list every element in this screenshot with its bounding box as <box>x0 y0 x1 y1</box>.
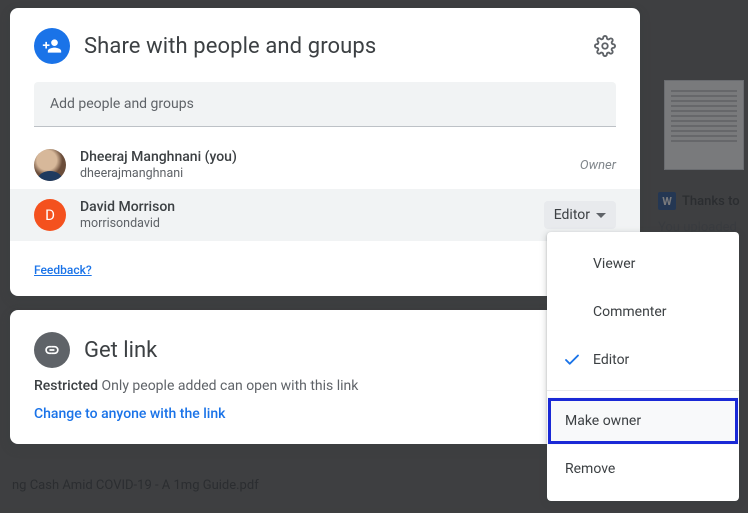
restricted-text: Restricted Only people added can open wi… <box>34 378 616 394</box>
feedback-link[interactable]: Feedback? <box>34 263 92 277</box>
owner-label: Owner <box>580 158 616 173</box>
share-title: Share with people and groups <box>84 34 594 59</box>
avatar: D <box>34 199 66 231</box>
avatar <box>34 149 66 181</box>
role-label: Editor <box>554 207 590 223</box>
role-option-viewer[interactable]: Viewer <box>547 240 739 288</box>
change-link-access[interactable]: Change to anyone with the link <box>34 406 225 422</box>
menu-separator <box>547 390 739 391</box>
role-option-make-owner[interactable]: Make owner <box>547 397 739 445</box>
share-dialog: Share with people and groups Add people … <box>10 8 640 296</box>
person-email: dheerajmanghnani <box>80 166 580 181</box>
role-option-remove[interactable]: Remove <box>547 445 739 493</box>
getlink-dialog: Get link Restricted Only people added ca… <box>10 310 640 444</box>
gear-icon[interactable] <box>594 35 616 57</box>
person-row-owner: Dheeraj Manghnani (you) dheerajmanghnani… <box>34 141 616 189</box>
role-option-editor[interactable]: Editor <box>547 336 739 384</box>
getlink-title: Get link <box>84 338 157 363</box>
role-dropdown-button[interactable]: Editor <box>544 201 616 229</box>
person-name: David Morrison <box>80 199 544 215</box>
link-icon <box>34 332 70 368</box>
role-option-commenter[interactable]: Commenter <box>547 288 739 336</box>
person-row-collaborator[interactable]: D David Morrison morrisondavid Editor <box>10 189 640 241</box>
person-email: morrisondavid <box>80 216 544 231</box>
role-dropdown-menu: Viewer Commenter Editor Make owner Remov… <box>547 232 739 501</box>
person-name: Dheeraj Manghnani (you) <box>80 149 580 165</box>
add-people-input[interactable]: Add people and groups <box>34 82 616 127</box>
check-icon <box>563 351 581 369</box>
chevron-down-icon <box>596 213 606 218</box>
share-people-icon <box>34 28 70 64</box>
